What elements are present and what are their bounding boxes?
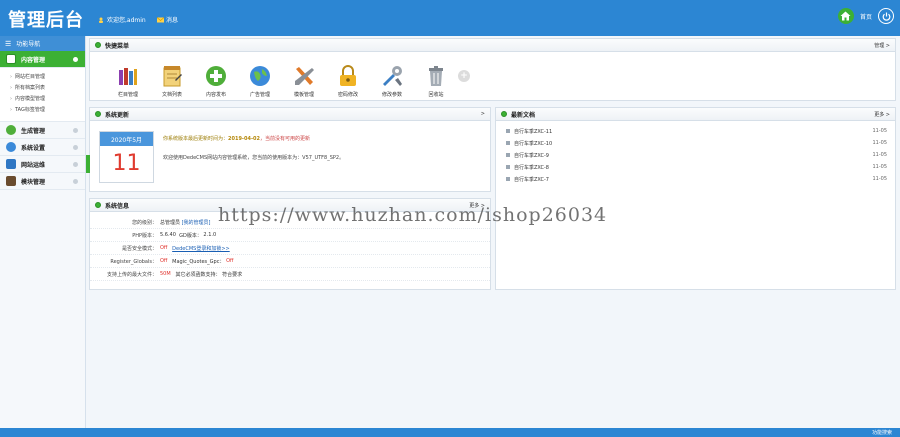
power-icon bbox=[882, 12, 890, 21]
section-bullet-icon bbox=[501, 111, 507, 117]
bottom-bar: 功能搜索 bbox=[0, 428, 900, 437]
book-icon bbox=[6, 176, 16, 186]
news-more-link[interactable]: 更多 > bbox=[874, 111, 890, 118]
quick-item-recycle[interactable]: 回收站 bbox=[414, 64, 458, 98]
calendar-month: 2020年5月 bbox=[100, 132, 153, 146]
list-item[interactable]: 自行车季ZXC-8 11-05 bbox=[496, 161, 895, 173]
sidebar: ☰ 功能导航 内容管理 网站栏目管理 所有档案列表 内容模型管理 TAG标签管理… bbox=[0, 36, 86, 437]
expand-indicator bbox=[73, 127, 78, 133]
list-item[interactable]: 自行车季ZXC-10 11-05 bbox=[496, 137, 895, 149]
tools-cross-icon bbox=[295, 67, 314, 85]
content-submenu: 网站栏目管理 所有档案列表 内容模型管理 TAG标签管理 bbox=[0, 68, 85, 122]
section-bullet-icon bbox=[95, 42, 101, 48]
lock-icon bbox=[340, 65, 356, 86]
welcome-user[interactable]: 欢迎您,admin bbox=[98, 15, 146, 24]
app-title: 管理后台 bbox=[8, 10, 84, 31]
latest-docs-panel: 最新文档 更多 > 自行车季ZXC-11 11-05 自行车季ZXC-10 11-0… bbox=[495, 107, 896, 290]
globe-icon bbox=[250, 66, 270, 86]
sidebar-item-generate[interactable]: 生成管理 bbox=[0, 122, 85, 139]
gear-icon bbox=[6, 142, 16, 152]
quick-menu-panel: 快捷菜单 管理 > 栏目管理 文档列表 内容发布 广告管理 模板管理 密码修改 bbox=[89, 38, 896, 101]
top-header: 管理后台 欢迎您,admin 消息 首页 bbox=[0, 0, 900, 36]
books-icon bbox=[119, 68, 137, 85]
menu-list-icon: ☰ bbox=[5, 39, 12, 48]
latest-docs-header: 最新文档 更多 > bbox=[496, 108, 895, 121]
submenu-item[interactable]: 网站栏目管理 bbox=[0, 71, 85, 82]
system-update-header: 系统更新 > bbox=[90, 108, 490, 121]
quick-manage-link[interactable]: 管理 > bbox=[874, 42, 890, 49]
quick-item-doclist[interactable]: 文档列表 bbox=[150, 64, 194, 98]
edit-icon bbox=[6, 54, 16, 64]
message-label: 消息 bbox=[166, 17, 179, 24]
system-update-panel: 系统更新 > 2020年5月 11 你系统版本最后更新时间为：2019-04-0… bbox=[89, 107, 491, 192]
info-row-globals: Register_Globals： Off Magic_Quotes_Gpc： … bbox=[90, 255, 490, 268]
home-icon bbox=[840, 11, 851, 21]
message-link[interactable]: 消息 bbox=[156, 15, 179, 24]
quick-menu-header: 快捷菜单 管理 > bbox=[90, 39, 895, 52]
quick-item-publish[interactable]: 内容发布 bbox=[194, 64, 238, 98]
my-admin-link[interactable]: [我的管理员] bbox=[182, 219, 211, 226]
wrench-icon bbox=[383, 66, 402, 86]
list-item[interactable]: 自行车季ZXC-9 11-05 bbox=[496, 149, 895, 161]
home-button[interactable] bbox=[837, 8, 854, 24]
expand-indicator bbox=[73, 56, 78, 62]
expand-indicator bbox=[73, 178, 78, 184]
section-bullet-icon bbox=[95, 111, 101, 117]
user-icon bbox=[98, 17, 104, 23]
update-status-text: 你系统版本最后更新时间为：2019-04-02，当前没有可用的更新 bbox=[163, 136, 311, 142]
notepad-icon bbox=[163, 66, 182, 87]
quick-item-columns[interactable]: 栏目管理 bbox=[106, 64, 150, 98]
section-bullet-icon bbox=[95, 202, 101, 208]
add-shortcut-button[interactable]: + bbox=[458, 70, 470, 82]
plus-circle-icon bbox=[206, 66, 226, 86]
update-more-link[interactable]: > bbox=[481, 111, 485, 117]
footer-search-link[interactable]: 功能搜索 bbox=[872, 429, 892, 436]
submenu-item[interactable]: 内容模型管理 bbox=[0, 93, 85, 104]
logout-button[interactable] bbox=[878, 8, 894, 24]
quick-item-templates[interactable]: 模板管理 bbox=[282, 64, 326, 98]
home-label[interactable]: 首页 bbox=[860, 12, 872, 21]
submenu-item[interactable]: 所有档案列表 bbox=[0, 82, 85, 93]
monitor-icon bbox=[6, 159, 16, 169]
expand-indicator bbox=[73, 144, 78, 150]
tree-icon bbox=[6, 125, 16, 135]
sidebar-resize-handle[interactable] bbox=[86, 155, 90, 173]
calendar-widget: 2020年5月 11 bbox=[99, 131, 154, 183]
sidebar-item-content[interactable]: 内容管理 bbox=[0, 51, 85, 68]
sidebar-nav-title: ☰ 功能导航 bbox=[0, 36, 85, 51]
calendar-day: 11 bbox=[112, 151, 141, 176]
info-row-upload: 支持上传的最大文件： 50M 其它必须函数支持： 符合要求 bbox=[90, 268, 490, 281]
info-row-safe-mode: 是否安全模式： Off DedeCMS登录和加锁>> bbox=[90, 242, 490, 255]
sidebar-item-ops[interactable]: 网站运维 bbox=[0, 156, 85, 173]
quick-item-password[interactable]: 密码修改 bbox=[326, 64, 370, 98]
sidebar-item-settings[interactable]: 系统设置 bbox=[0, 139, 85, 156]
version-text: 欢迎使用DedeCMS网站内容管理系统，您当前的使用版本为：V57_UTF8_S… bbox=[163, 155, 345, 161]
update-date: 2019-04-02 bbox=[228, 136, 260, 142]
trash-icon bbox=[429, 66, 443, 86]
list-item[interactable]: 自行车季ZXC-7 11-05 bbox=[496, 173, 895, 185]
dedecms-lock-link[interactable]: DedeCMS登录和加锁>> bbox=[172, 245, 230, 252]
mail-icon bbox=[156, 16, 165, 23]
quick-item-params[interactable]: 修改参数 bbox=[370, 64, 414, 98]
submenu-item[interactable]: TAG标签管理 bbox=[0, 104, 85, 115]
watermark-text: https://www.huzhan.com/ishop26034 bbox=[218, 204, 608, 226]
sidebar-item-modules[interactable]: 模块管理 bbox=[0, 173, 85, 190]
expand-indicator bbox=[73, 161, 78, 167]
info-row-php: PHP版本： 5.6.40 GD版本： 2.1.0 bbox=[90, 229, 490, 242]
list-item[interactable]: 自行车季ZXC-11 11-05 bbox=[496, 125, 895, 137]
quick-item-ads[interactable]: 广告管理 bbox=[238, 64, 282, 98]
welcome-text: 欢迎您,admin bbox=[107, 17, 146, 24]
